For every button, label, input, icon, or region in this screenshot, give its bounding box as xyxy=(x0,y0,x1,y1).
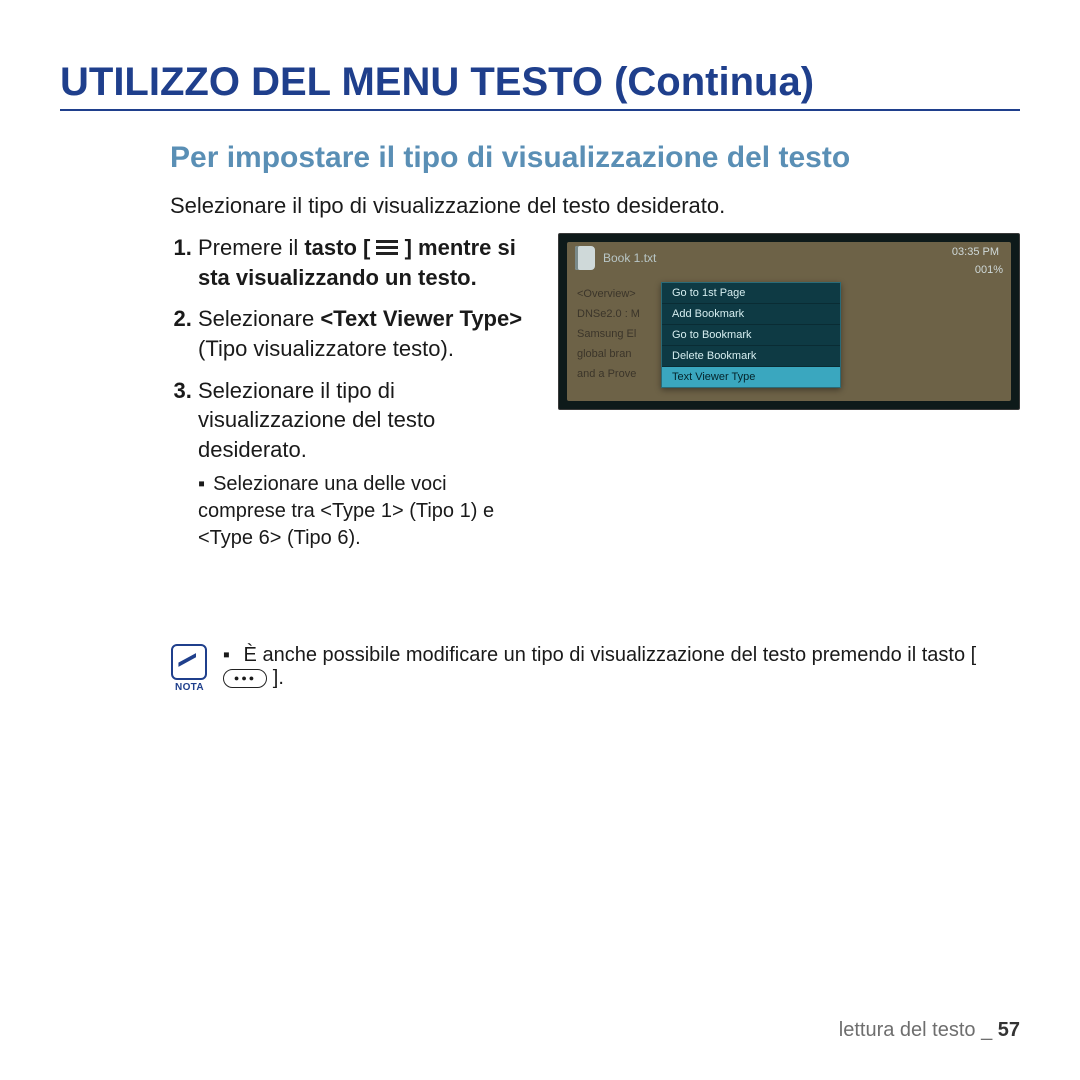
page-title: UTILIZZO DEL MENU TESTO (Continua) xyxy=(60,60,1020,111)
device-percent: 001% xyxy=(975,264,1003,276)
step-3-sub-item: Selezionare una delle voci comprese tra … xyxy=(198,471,536,552)
note-text: È anche possibile modificare un tipo di … xyxy=(223,644,1020,690)
device-screenshot: 03:35 PM Book 1.txt 001% <Overview> DNSe… xyxy=(558,233,1020,410)
footer-section: lettura del testo _ xyxy=(839,1019,998,1041)
menu-item-delete-bookmark: Delete Bookmark xyxy=(662,346,840,367)
note-text-b: ]. xyxy=(267,667,284,689)
menu-item-goto-bookmark: Go to Bookmark xyxy=(662,325,840,346)
step-1: Premere il tasto [ ] mentre si sta visua… xyxy=(198,233,536,292)
note-badge: NOTA xyxy=(170,644,209,693)
step-2-bold: <Text Viewer Type> xyxy=(320,306,522,331)
book-icon xyxy=(575,246,595,270)
step-2-a: Selezionare xyxy=(198,306,320,331)
section-subtitle: Per impostare il tipo di visualizzazione… xyxy=(170,141,1020,175)
footer-page-number: 57 xyxy=(998,1019,1020,1041)
note-icon xyxy=(171,644,207,680)
device-filename: Book 1.txt xyxy=(603,251,656,265)
menu-icon xyxy=(376,237,398,258)
step-2: Selezionare <Text Viewer Type> (Tipo vis… xyxy=(198,304,536,363)
intro-text: Selezionare il tipo di visualizzazione d… xyxy=(170,193,1020,219)
page-footer: lettura del testo _ 57 xyxy=(839,1019,1020,1042)
step-3-a: Selezionare il tipo di visualizzazione d… xyxy=(198,378,435,462)
steps-list: Premere il tasto [ ] mentre si sta visua… xyxy=(170,233,536,564)
dots-key-icon xyxy=(223,669,267,688)
menu-item-add-bookmark: Add Bookmark xyxy=(662,304,840,325)
step-1-open: [ xyxy=(357,235,377,260)
step-2-c: (Tipo visualizzatore testo). xyxy=(198,336,454,361)
step-3: Selezionare il tipo di visualizzazione d… xyxy=(198,376,536,552)
step-1-a: Premere il xyxy=(198,235,304,260)
menu-item-goto-first: Go to 1st Page xyxy=(662,283,840,304)
device-menu: Go to 1st Page Add Bookmark Go to Bookma… xyxy=(661,282,841,388)
step-3-sub: Selezionare una delle voci comprese tra … xyxy=(198,471,536,552)
note-block: NOTA È anche possibile modificare un tip… xyxy=(170,644,1020,693)
step-1-bold: tasto xyxy=(304,235,357,260)
note-text-a: È anche possibile modificare un tipo di … xyxy=(244,644,977,666)
note-label: NOTA xyxy=(175,682,204,693)
menu-item-text-viewer-type: Text Viewer Type xyxy=(662,367,840,387)
